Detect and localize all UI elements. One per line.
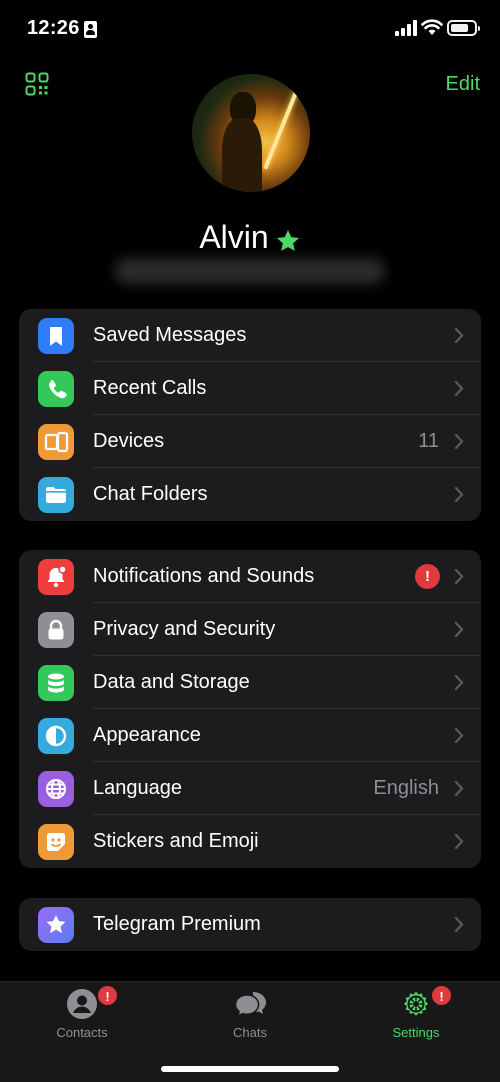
row-label: Saved Messages [93,324,247,346]
chevron-right-icon [454,727,464,744]
row-recent-calls[interactable]: Recent Calls [19,362,481,415]
tab-label: Contacts [56,1025,108,1040]
chevron-right-icon [454,621,464,638]
tab-chats[interactable]: Chats [190,982,310,1052]
chevron-right-icon [454,568,464,585]
appearance-icon [38,718,74,754]
settings-gear-icon [400,988,432,1020]
row-data-storage[interactable]: Data and Storage [19,656,481,709]
row-telegram-premium[interactable]: Telegram Premium [19,898,481,951]
devices-count: 11 [418,430,439,452]
row-stickers-emoji[interactable]: Stickers and Emoji [19,815,481,868]
avatar[interactable] [192,74,310,192]
row-label: Data and Storage [93,671,250,693]
chevron-right-icon [454,433,464,450]
premium-star-icon[interactable] [275,225,301,251]
status-bar: 12:26 [0,0,500,60]
tab-badge: ! [431,985,452,1006]
alert-badge: ! [415,564,440,589]
database-icon [38,665,74,701]
row-label: Stickers and Emoji [93,830,259,852]
row-label: Language [93,777,182,799]
row-devices[interactable]: Devices 11 [19,415,481,468]
lock-icon [38,612,74,648]
cellular-signal-icon [395,20,417,36]
row-label: Notifications and Sounds [93,565,315,587]
row-label: Appearance [93,724,201,746]
bell-icon [38,559,74,595]
phone-icon [38,371,74,407]
row-notifications[interactable]: Notifications and Sounds ! [19,550,481,603]
language-value: English [373,777,439,799]
devices-icon [38,424,74,460]
row-saved-messages[interactable]: Saved Messages [19,309,481,362]
tab-contacts[interactable]: ! Contacts [22,982,142,1052]
id-card-icon [84,21,97,38]
row-appearance[interactable]: Appearance [19,709,481,762]
chat-bubbles-icon [234,988,266,1020]
settings-group-premium: Telegram Premium [19,898,481,951]
row-label: Privacy and Security [93,618,276,640]
row-label: Recent Calls [93,377,207,399]
status-time: 12:26 [27,17,80,39]
chevron-right-icon [454,833,464,850]
wifi-icon [421,18,443,36]
tab-settings[interactable]: ! Settings [356,982,476,1052]
person-icon [66,988,98,1020]
tab-label: Chats [233,1025,267,1040]
row-label: Telegram Premium [93,913,261,935]
row-privacy-security[interactable]: Privacy and Security [19,603,481,656]
phone-number-blurred [115,258,385,284]
chevron-right-icon [454,780,464,797]
settings-group-main: Saved Messages Recent Calls Devices 11 C… [19,309,481,521]
chevron-right-icon [454,916,464,933]
battery-icon [447,20,480,36]
tab-label: Settings [392,1025,440,1040]
settings-group-preferences: Notifications and Sounds ! Privacy and S… [19,550,481,868]
chevron-right-icon [454,327,464,344]
profile-name: Alvin [0,217,500,256]
profile-name-text: Alvin [199,219,269,256]
home-indicator [161,1066,339,1072]
qr-code-icon[interactable] [25,72,49,96]
chevron-right-icon [454,486,464,503]
tab-badge: ! [97,985,118,1006]
folder-icon [38,477,74,513]
row-label: Chat Folders [93,483,208,505]
sticker-icon [38,824,74,860]
row-language[interactable]: Language English [19,762,481,815]
globe-icon [38,771,74,807]
premium-star-icon [38,907,74,943]
bookmark-icon [38,318,74,354]
chevron-right-icon [454,380,464,397]
row-chat-folders[interactable]: Chat Folders [19,468,481,521]
chevron-right-icon [454,674,464,691]
row-label: Devices [93,430,165,452]
edit-button[interactable]: Edit [446,73,480,96]
